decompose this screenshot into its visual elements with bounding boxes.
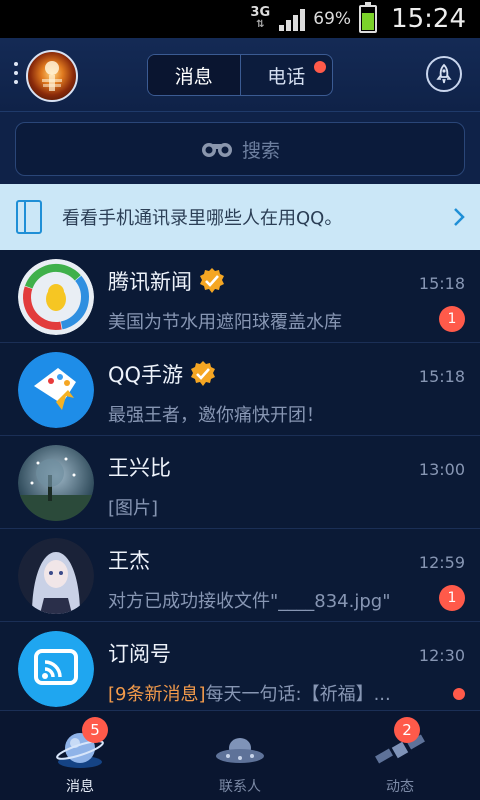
battery-icon bbox=[359, 2, 378, 33]
status-bar: 3G ⇅ 69% 15:24 bbox=[0, 0, 480, 38]
conversation-preview: [9条新消息]每天一句话:【祈福】... bbox=[108, 680, 438, 706]
bottom-nav: 5 消息 联系人 2 动态 bbox=[0, 710, 480, 800]
conversation-preview-text: 每天一句话:【祈福】... bbox=[205, 684, 391, 705]
nav-messages[interactable]: 5 消息 bbox=[0, 711, 160, 800]
conversation-list: 腾讯新闻 15:18 美国为节水用遮阳球覆盖水库 1 QQ手游 15:18 最强… bbox=[0, 250, 480, 715]
search-placeholder: 搜索 bbox=[241, 139, 280, 162]
verified-badge-icon bbox=[200, 268, 224, 293]
conversation-row[interactable]: 腾讯新闻 15:18 美国为节水用遮阳球覆盖水库 1 bbox=[0, 250, 480, 343]
conversation-preview: [图片] bbox=[108, 498, 159, 519]
rocket-icon bbox=[436, 63, 452, 84]
conversation-name-text: 王杰 bbox=[108, 549, 150, 573]
banner-text: 看看手机通讯录里哪些人在用QQ。 bbox=[62, 208, 343, 229]
unread-badge: 1 bbox=[439, 585, 465, 611]
conversation-row[interactable]: 订阅号 12:30 [9条新消息]每天一句话:【祈福】... bbox=[0, 622, 480, 715]
tab-switcher: 消息 电话 bbox=[147, 54, 333, 96]
nav-moments[interactable]: 2 动态 bbox=[320, 711, 480, 800]
menu-dots-icon[interactable] bbox=[14, 62, 20, 84]
rocket-button[interactable] bbox=[426, 56, 462, 92]
signal-icon bbox=[279, 7, 306, 31]
verified-badge-icon bbox=[191, 361, 216, 386]
binoculars-icon bbox=[201, 143, 232, 157]
conversation-name: QQ手游 bbox=[108, 359, 217, 389]
chevron-right-icon bbox=[454, 208, 465, 226]
nav-label: 联系人 bbox=[219, 779, 261, 795]
conversation-name: 王兴比 bbox=[108, 452, 171, 482]
conversation-time: 13:00 bbox=[418, 460, 465, 479]
conversation-preview: 美国为节水用遮阳球覆盖水库 bbox=[108, 312, 342, 333]
nav-label: 动态 bbox=[386, 779, 414, 795]
notification-dot bbox=[314, 61, 326, 73]
conversation-name: 订阅号 bbox=[108, 638, 171, 668]
conversation-row[interactable]: 王杰 12:59 对方已成功接收文件"____834.jpg" 1 bbox=[0, 529, 480, 622]
conversation-row[interactable]: QQ手游 15:18 最强王者，邀你痛快开团！ bbox=[0, 343, 480, 436]
conversation-time: 12:30 bbox=[418, 646, 465, 665]
ufo-icon bbox=[216, 738, 264, 763]
nav-contacts[interactable]: 联系人 bbox=[160, 711, 320, 800]
conversation-name: 腾讯新闻 bbox=[108, 266, 226, 296]
contact-avatar bbox=[18, 538, 94, 614]
new-message-count: [9条新消息] bbox=[108, 684, 206, 705]
search-area: 搜索 bbox=[0, 112, 480, 184]
conversation-preview: 对方已成功接收文件"____834.jpg" bbox=[108, 591, 391, 612]
header: 消息 电话 bbox=[0, 38, 480, 112]
conversation-time: 12:59 bbox=[418, 553, 465, 572]
conversation-row[interactable]: 王兴比 13:00 [图片] bbox=[0, 436, 480, 529]
network-indicator: 3G ⇅ bbox=[250, 5, 271, 30]
unread-dot bbox=[453, 688, 465, 700]
tab-calls-label: 电话 bbox=[267, 65, 306, 88]
contact-avatar bbox=[18, 445, 94, 521]
contacts-banner[interactable]: 看看手机通讯录里哪些人在用QQ。 bbox=[0, 184, 480, 250]
unread-badge: 1 bbox=[439, 306, 465, 332]
search-input[interactable]: 搜索 bbox=[15, 122, 465, 176]
conversation-name-text: 订阅号 bbox=[108, 642, 171, 666]
conversation-name-text: 腾讯新闻 bbox=[108, 270, 192, 294]
battery-percent: 69% bbox=[313, 9, 352, 29]
address-book-icon bbox=[16, 200, 42, 234]
nav-badge: 5 bbox=[82, 717, 108, 743]
tab-messages-label: 消息 bbox=[174, 65, 213, 88]
skeleton-avatar-icon bbox=[42, 61, 62, 91]
conversation-time: 15:18 bbox=[418, 367, 465, 386]
data-arrows-icon: ⇅ bbox=[256, 19, 265, 30]
tab-messages[interactable]: 消息 bbox=[148, 55, 241, 95]
avatar[interactable] bbox=[26, 50, 78, 102]
conversation-time: 15:18 bbox=[418, 274, 465, 293]
conversation-preview: 最强王者，邀你痛快开团！ bbox=[108, 405, 324, 426]
conversation-name: 王杰 bbox=[108, 545, 150, 575]
nav-badge: 2 bbox=[394, 717, 420, 743]
conversation-name-text: 王兴比 bbox=[108, 456, 171, 480]
tab-calls[interactable]: 电话 bbox=[241, 55, 333, 95]
clock: 15:24 bbox=[391, 4, 466, 34]
conversation-name-text: QQ手游 bbox=[108, 363, 184, 387]
subscription-avatar bbox=[18, 631, 94, 707]
qq-games-avatar bbox=[18, 352, 94, 428]
tencent-news-avatar bbox=[18, 259, 94, 335]
nav-label: 消息 bbox=[66, 779, 94, 795]
